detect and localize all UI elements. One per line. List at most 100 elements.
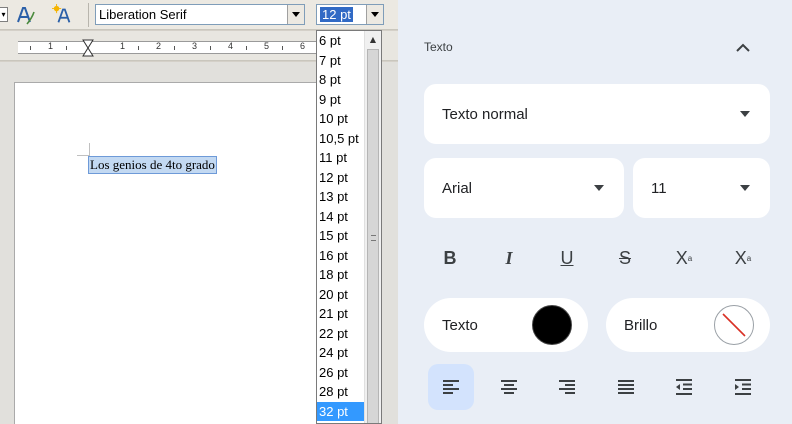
- scrollbar-thumb[interactable]: [367, 49, 379, 423]
- caret-down-icon: [594, 185, 604, 191]
- size-option[interactable]: 14 pt: [317, 207, 365, 227]
- chevron-down-icon: [292, 12, 300, 17]
- align-justify-icon: [618, 380, 634, 394]
- subscript-button[interactable]: Xa: [725, 240, 761, 276]
- bold-button[interactable]: B: [432, 240, 468, 276]
- scrollbar-grip-icon: [371, 235, 376, 241]
- font-name-combo[interactable]: Liberation Serif: [95, 4, 305, 25]
- ruler-number: 1: [120, 41, 126, 51]
- ruler-number: 5: [264, 41, 270, 51]
- caret-down-icon: [740, 185, 750, 191]
- size-option[interactable]: 18 pt: [317, 265, 365, 285]
- alignment-buttons: [424, 364, 774, 410]
- font-size-dropdown-list[interactable]: 6 pt 7 pt 8 pt 9 pt 10 pt 10,5 pt 11 pt …: [316, 30, 382, 424]
- font-size-dropdown-button[interactable]: [366, 5, 383, 24]
- no-color-swatch-icon: [714, 305, 754, 345]
- size-option[interactable]: 10,5 pt: [317, 129, 365, 149]
- strikethrough-icon: S: [618, 247, 631, 268]
- formatting-toolbar: ▾ Liberation Serif 12 pt: [0, 0, 398, 30]
- strikethrough-button[interactable]: S: [607, 240, 643, 276]
- font-size-options: 6 pt 7 pt 8 pt 9 pt 10 pt 10,5 pt 11 pt …: [317, 31, 365, 421]
- size-option[interactable]: 21 pt: [317, 304, 365, 324]
- decrease-indent-icon: [676, 379, 692, 395]
- font-name-dropdown-button[interactable]: [287, 5, 304, 24]
- size-option[interactable]: 20 pt: [317, 285, 365, 305]
- align-right-icon: [559, 380, 575, 394]
- chevron-up-icon: [736, 43, 750, 52]
- selected-document-text[interactable]: Los genios de 4to grado: [88, 156, 217, 174]
- ruler-number: 4: [228, 41, 234, 51]
- italic-button[interactable]: I: [491, 240, 527, 276]
- size-option[interactable]: 9 pt: [317, 90, 365, 110]
- caret-down-icon: [740, 111, 750, 117]
- ruler-number: 3: [192, 41, 198, 51]
- text-format-buttons: B I U S Xa Xa: [424, 240, 774, 276]
- autoformat-icon[interactable]: [52, 4, 74, 26]
- underline-icon: U: [560, 247, 574, 268]
- size-option[interactable]: 13 pt: [317, 187, 365, 207]
- increase-indent-icon: [735, 379, 751, 395]
- chevron-up-icon[interactable]: ▲: [365, 31, 381, 48]
- align-left-button[interactable]: [428, 364, 474, 410]
- styles-catalog-icon[interactable]: [14, 4, 36, 26]
- font-family-dropdown[interactable]: Arial: [424, 158, 624, 218]
- size-option[interactable]: 12 pt: [317, 168, 365, 188]
- superscript-icon: X: [675, 247, 688, 268]
- superscript-button[interactable]: Xa: [666, 240, 702, 276]
- font-size-value: 12 pt: [320, 7, 353, 22]
- font-size-dropdown[interactable]: 11: [633, 158, 770, 218]
- size-option[interactable]: 10 pt: [317, 109, 365, 129]
- font-size-value: 11: [651, 179, 667, 197]
- font-name-value: Liberation Serif: [99, 7, 187, 22]
- italic-icon: I: [505, 247, 513, 268]
- ruler-tick: [138, 46, 139, 50]
- collapse-section-button[interactable]: [730, 36, 756, 60]
- text-color-label: Texto: [442, 316, 478, 334]
- document-page[interactable]: Los genios de 4to grado: [14, 82, 324, 424]
- ruler-number: 1: [48, 41, 54, 51]
- subscript-icon: X: [734, 247, 747, 268]
- highlight-label: Brillo: [624, 316, 658, 334]
- underline-button[interactable]: U: [549, 240, 585, 276]
- size-option[interactable]: 8 pt: [317, 70, 365, 90]
- size-option[interactable]: 11 pt: [317, 148, 365, 168]
- ruler-tick: [210, 46, 211, 50]
- ruler-number: 2: [156, 41, 162, 51]
- horizontal-ruler[interactable]: 1 1 2 3 4 5 6: [18, 39, 318, 57]
- size-option[interactable]: 15 pt: [317, 226, 365, 246]
- ruler-number: 6: [300, 41, 306, 51]
- font-family-value: Arial: [442, 179, 473, 197]
- align-center-icon: [501, 380, 517, 394]
- size-option[interactable]: 7 pt: [317, 51, 365, 71]
- toolbar-overflow-arrow[interactable]: ▾: [0, 7, 8, 22]
- toolbar-separator: [88, 3, 89, 27]
- align-center-button[interactable]: [486, 364, 532, 410]
- size-option[interactable]: 26 pt: [317, 363, 365, 383]
- paragraph-style-dropdown[interactable]: Texto normal: [424, 84, 770, 144]
- size-option[interactable]: 16 pt: [317, 246, 365, 266]
- ruler-tick: [282, 46, 283, 50]
- text-color-swatch: [532, 305, 572, 345]
- text-boundary-mark: [89, 143, 90, 156]
- bold-icon: B: [443, 247, 457, 268]
- size-option[interactable]: 22 pt: [317, 324, 365, 344]
- justify-button[interactable]: [603, 364, 649, 410]
- size-option[interactable]: 6 pt: [317, 31, 365, 51]
- indent-marker-icon[interactable]: [82, 39, 94, 57]
- align-left-icon: [443, 380, 459, 394]
- ruler-tick: [30, 46, 31, 50]
- text-color-button[interactable]: Texto: [424, 298, 588, 352]
- decrease-indent-button[interactable]: [661, 364, 707, 410]
- size-option[interactable]: 24 pt: [317, 343, 365, 363]
- font-size-combo[interactable]: 12 pt: [316, 4, 384, 25]
- increase-indent-button[interactable]: [720, 364, 766, 410]
- ruler-tick: [66, 46, 67, 50]
- ruler-tick: [246, 46, 247, 50]
- align-right-button[interactable]: [544, 364, 590, 410]
- highlight-color-button[interactable]: Brillo: [606, 298, 770, 352]
- text-format-panel: Texto Texto normal Arial 11 B I U S Xa X…: [398, 0, 792, 424]
- dropdown-scrollbar[interactable]: ▲: [364, 31, 381, 423]
- size-option[interactable]: 28 pt: [317, 382, 365, 402]
- section-title: Texto: [424, 40, 453, 54]
- size-option-highlighted[interactable]: 32 pt: [317, 401, 365, 421]
